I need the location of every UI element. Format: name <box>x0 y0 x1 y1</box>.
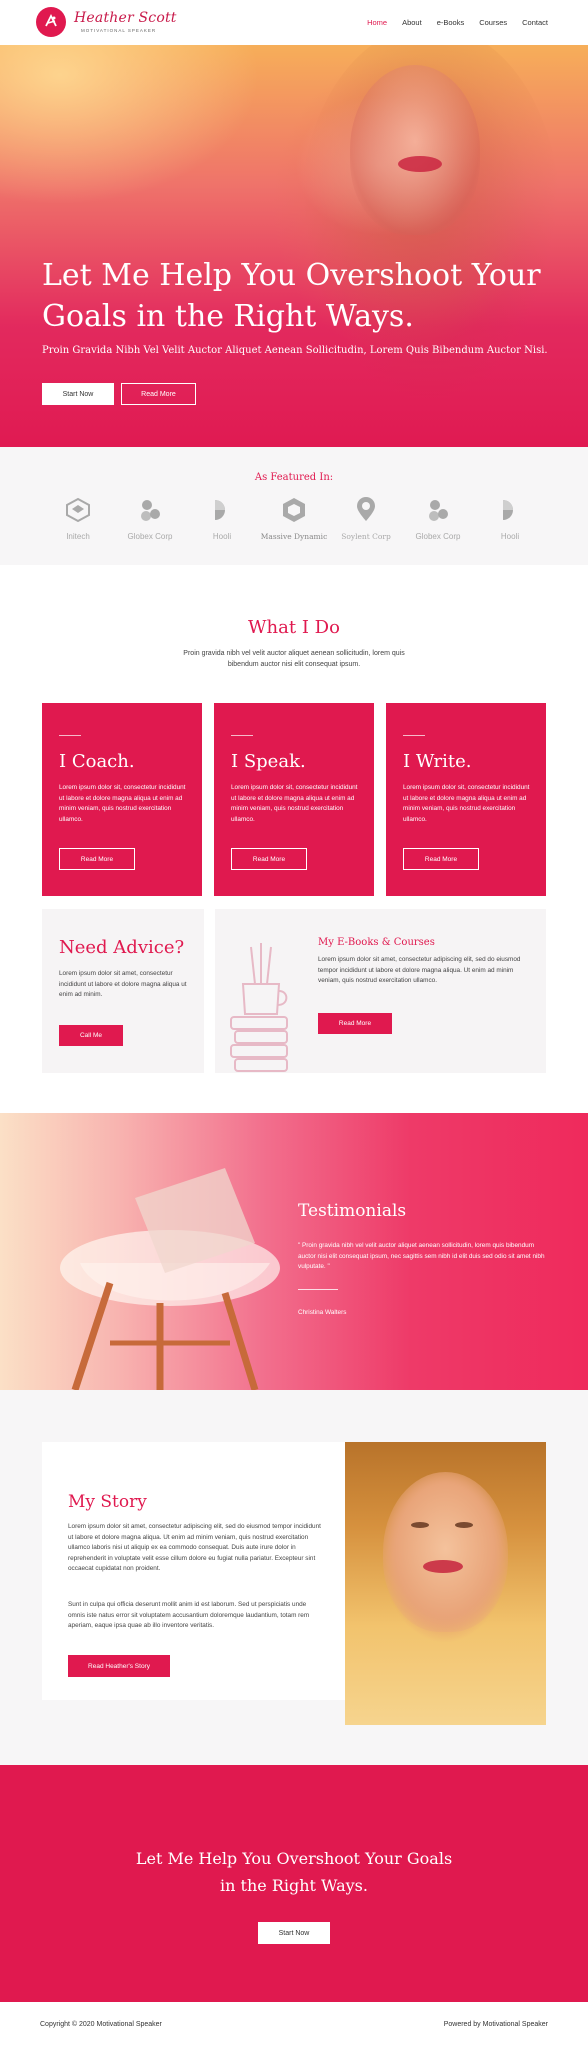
hero-title: Let Me Help You Overshoot Your Goals in … <box>42 258 541 334</box>
card-title: I Write. <box>403 751 472 772</box>
story-paragraph-2: Sunt in culpa qui officia deserunt molli… <box>68 1601 310 1629</box>
card-title: I Coach. <box>59 751 135 772</box>
site-header: Heather Scott MOTIVATIONAL SPEAKER Home … <box>0 0 588 45</box>
advice-title: Need Advice? <box>59 937 185 958</box>
advice-box: Need Advice? Lorem ipsum dolor sit amet,… <box>42 909 204 1073</box>
nav-item-ebooks[interactable]: e-Books <box>437 18 465 27</box>
featured-in-section: As Featured In: Initech Globex Corp Hool… <box>0 447 588 565</box>
cta-title-text: Let Me Help You Overshoot Your Goals in … <box>135 1849 453 1895</box>
featured-logo-massive-dynamic: Massive Dynamic <box>258 497 330 541</box>
portrait-eye-left <box>411 1522 429 1528</box>
card-text: Lorem ipsum dolor sit, consectetur incid… <box>403 784 530 823</box>
nav-item-home[interactable]: Home <box>367 18 387 27</box>
featured-logo-label: Soylent Corp <box>341 532 391 541</box>
brand-tagline: MOTIVATIONAL SPEAKER <box>81 28 157 33</box>
featured-logo-globex: Globex Corp <box>114 497 186 541</box>
globex-logo-icon <box>429 500 448 521</box>
nav-item-about[interactable]: About <box>402 18 422 27</box>
featured-logo-hooli: Hooli <box>186 497 258 541</box>
books-mug-illustration-icon <box>230 943 288 1072</box>
nav-item-contact[interactable]: Contact <box>522 18 548 27</box>
hero-start-now-button[interactable]: Start Now <box>42 383 114 405</box>
card-read-more-button[interactable]: Read More <box>231 848 307 870</box>
card-read-more-button[interactable]: Read More <box>403 848 479 870</box>
massive-dynamic-logo-icon <box>283 498 305 522</box>
card-text: Lorem ipsum dolor sit, consectetur incid… <box>59 784 186 823</box>
hero-section: Let Me Help You Overshoot Your Goals in … <box>0 45 588 447</box>
ebooks-box: My E-Books & Courses Lorem ipsum dolor s… <box>215 909 546 1073</box>
site-footer: Copyright © 2020 Motivational Speaker Po… <box>0 2002 588 2048</box>
portrait-lips <box>423 1560 463 1573</box>
what-i-do-title: What I Do <box>248 617 340 638</box>
featured-logo-initech: Initech <box>42 497 114 541</box>
hooli-logo-icon <box>215 500 225 520</box>
testimonials-section: Testimonials " Proin gravida nibh vel ve… <box>0 1113 588 1390</box>
featured-logo-label: Globex Corp <box>415 532 461 541</box>
featured-logo-label: Hooli <box>500 532 520 541</box>
story-paragraph-1: Lorem ipsum dolor sit amet, consectetur … <box>68 1523 321 1572</box>
advice-text: Lorem ipsum dolor sit amet, consectetur … <box>59 970 187 998</box>
service-card-speak: I Speak. Lorem ipsum dolor sit, consecte… <box>214 703 374 896</box>
initech-logo-icon <box>66 497 90 523</box>
hero-portrait-face <box>350 65 480 235</box>
card-divider <box>231 735 253 736</box>
featured-logo-label: Massive Dynamic <box>260 532 328 541</box>
cta-section: Let Me Help You Overshoot Your Goals in … <box>0 1765 588 2002</box>
laptop-chair-photo <box>60 1168 280 1390</box>
call-me-button[interactable]: Call Me <box>59 1025 123 1046</box>
ebooks-read-more-button[interactable]: Read More <box>318 1013 392 1034</box>
testimonials-title: Testimonials <box>298 1201 407 1221</box>
testimonial-quote: " Proin gravida nibh vel velit auctor al… <box>298 1242 545 1270</box>
hooli-logo-icon <box>503 500 513 520</box>
portrait-eye-right <box>455 1522 473 1528</box>
featured-logo-label: Initech <box>66 532 90 541</box>
featured-logo-label: Globex Corp <box>127 532 173 541</box>
footer-powered-by[interactable]: Powered by Motivational Speaker <box>444 2021 548 2028</box>
hero-light-glow <box>0 45 260 205</box>
featured-logo-soylent: Soylent Corp <box>330 497 402 541</box>
brand-name[interactable]: Heather Scott <box>74 10 177 26</box>
service-card-coach: I Coach. Lorem ipsum dolor sit, consecte… <box>42 703 202 896</box>
globex-logo-icon <box>141 500 160 521</box>
soylent-logo-icon <box>357 497 375 521</box>
cta-title: Let Me Help You Overshoot Your Goals in … <box>0 1845 588 1899</box>
story-portrait-photo <box>345 1442 546 1725</box>
hero-read-more-button[interactable]: Read More <box>121 383 196 405</box>
story-title: My Story <box>68 1492 147 1512</box>
main-nav: Home About e-Books Courses Contact <box>367 18 548 27</box>
what-i-do-intro: Proin gravida nibh vel velit auctor aliq… <box>183 650 405 668</box>
card-read-more-button[interactable]: Read More <box>59 848 135 870</box>
hero-portrait-lips <box>398 156 442 172</box>
footer-copyright: Copyright © 2020 Motivational Speaker <box>40 2021 162 2028</box>
brand-logo-icon[interactable] <box>36 7 66 37</box>
service-card-write: I Write. Lorem ipsum dolor sit, consecte… <box>386 703 546 896</box>
card-divider <box>59 735 81 736</box>
card-divider <box>403 735 425 736</box>
nav-item-courses[interactable]: Courses <box>479 18 507 27</box>
card-title: I Speak. <box>231 751 306 772</box>
portrait-face <box>383 1472 508 1632</box>
ebooks-title: My E-Books & Courses <box>318 937 435 948</box>
card-text: Lorem ipsum dolor sit, consectetur incid… <box>231 784 358 823</box>
featured-title: As Featured In: <box>254 472 334 483</box>
read-story-button[interactable]: Read Heather's Story <box>68 1655 170 1677</box>
story-card: My Story Lorem ipsum dolor sit amet, con… <box>42 1442 345 1700</box>
hero-subtitle: Proin Gravida Nibh Vel Velit Auctor Aliq… <box>42 345 548 356</box>
featured-logo-label: Hooli <box>212 532 232 541</box>
featured-logo-hooli-2: Hooli <box>474 497 546 541</box>
cta-start-now-button[interactable]: Start Now <box>258 1922 330 1944</box>
featured-logo-globex-2: Globex Corp <box>402 497 474 541</box>
testimonial-author: Christina Walters <box>298 1309 347 1316</box>
testimonial-divider <box>298 1289 338 1290</box>
ebooks-text: Lorem ipsum dolor sit amet, consectetur … <box>318 956 521 984</box>
